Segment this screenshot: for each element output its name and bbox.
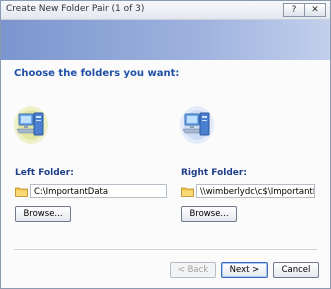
- dialog-window: Create New Folder Pair (1 of 3) ? ✕ Choo…: [0, 0, 331, 289]
- close-button[interactable]: ✕: [305, 3, 326, 17]
- back-button[interactable]: < Back: [170, 262, 216, 278]
- right-folder-label: Right Folder:: [181, 168, 247, 178]
- folder-icon: [15, 187, 28, 197]
- footer-divider: [14, 249, 317, 251]
- page-heading: Choose the folders you want:: [14, 68, 180, 79]
- left-folder-path-field[interactable]: C:\ImportantData: [30, 184, 167, 198]
- title-bar[interactable]: Create New Folder Pair (1 of 3) ? ✕: [1, 1, 330, 20]
- next-button[interactable]: Next >: [221, 262, 268, 278]
- computer-icon: [180, 106, 214, 144]
- window-title: Create New Folder Pair (1 of 3): [6, 4, 145, 14]
- right-browse-button[interactable]: Browse...: [181, 206, 237, 222]
- left-browse-button[interactable]: Browse...: [15, 206, 71, 222]
- cancel-button[interactable]: Cancel: [273, 262, 319, 278]
- help-button[interactable]: ?: [283, 3, 305, 17]
- computer-icon: [14, 106, 48, 144]
- title-buttons: ? ✕: [283, 3, 326, 17]
- right-folder-path-field[interactable]: \\wimberlydc\c$\ImportantData: [196, 184, 315, 198]
- left-folder-label: Left Folder:: [15, 168, 74, 178]
- folder-icon: [181, 187, 194, 197]
- header-banner: [1, 20, 330, 60]
